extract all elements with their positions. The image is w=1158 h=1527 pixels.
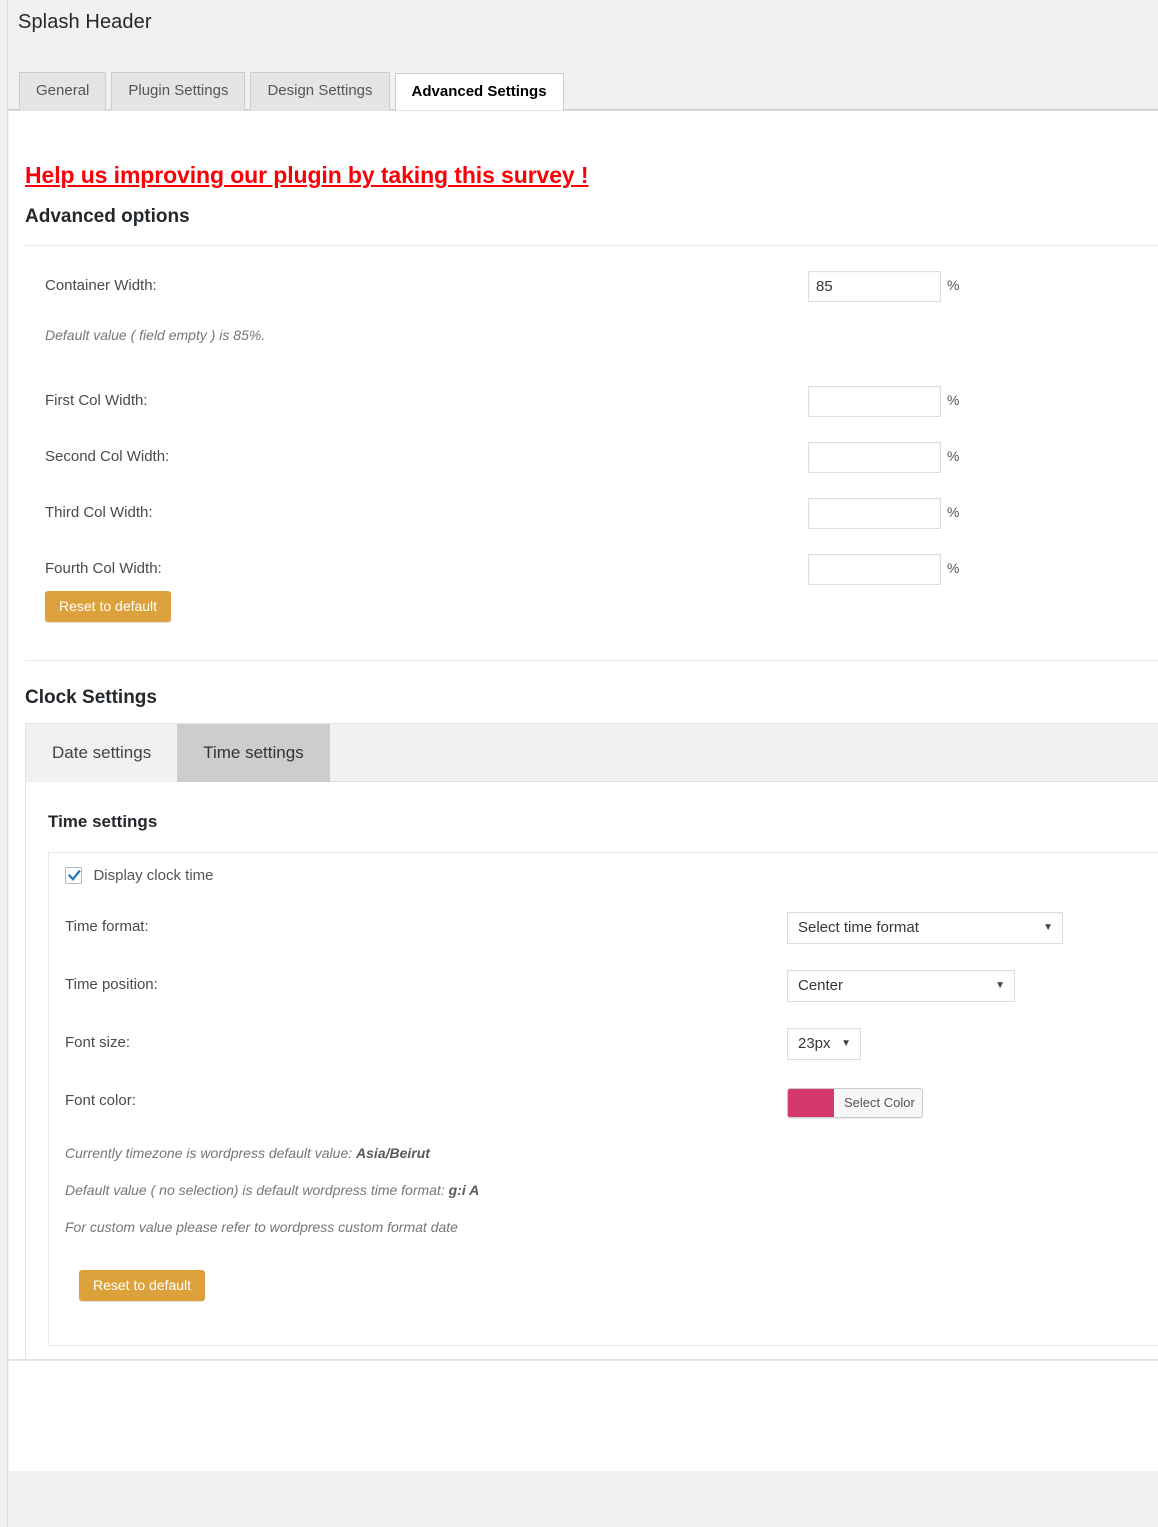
input-fourth-col-width[interactable]	[808, 554, 941, 585]
advanced-options-heading: Advanced options	[25, 206, 190, 227]
clock-settings-heading: Clock Settings	[25, 687, 157, 708]
tab-advanced-settings[interactable]: Advanced Settings	[394, 73, 564, 111]
tab-design-settings[interactable]: Design Settings	[250, 72, 390, 110]
display-clock-time-label: Display clock time	[93, 867, 214, 885]
page-title: Splash Header	[18, 11, 152, 33]
label-time-position: Time position:	[65, 976, 158, 993]
timezone-note-value: Asia/Beirut	[356, 1145, 430, 1161]
display-clock-time-checkbox[interactable]	[65, 867, 82, 885]
select-font-size[interactable]: 23px ▼	[787, 1028, 861, 1060]
chevron-down-icon: ▼	[841, 1038, 851, 1049]
chevron-down-icon: ▼	[995, 980, 1005, 991]
clock-subtab-bar: Date settings Time settings	[26, 724, 1158, 782]
subtab-date-settings[interactable]: Date settings	[26, 724, 178, 782]
field-row-second-col: Second Col Width: %	[25, 439, 1158, 479]
unit-fourth-col-width: %	[947, 560, 960, 576]
checkmark-icon	[67, 870, 81, 882]
field-row-fourth-col: Fourth Col Width: %	[25, 551, 1158, 591]
input-first-col-width[interactable]	[808, 386, 941, 417]
select-time-position-value: Center	[798, 977, 844, 994]
survey-link[interactable]: Help us improving our plugin by taking t…	[25, 162, 589, 189]
label-first-col-width: First Col Width:	[45, 392, 148, 409]
label-time-format: Time format:	[65, 918, 149, 935]
clock-reset-to-default-button[interactable]: Reset to default	[79, 1270, 206, 1301]
tab-plugin-settings[interactable]: Plugin Settings	[111, 72, 246, 110]
select-time-position[interactable]: Center ▼	[787, 970, 1015, 1002]
field-row-first-col: First Col Width: %	[25, 383, 1158, 423]
field-row-third-col: Third Col Width: %	[25, 495, 1158, 535]
label-container-width: Container Width:	[45, 277, 157, 294]
page-header: Splash Header	[8, 0, 1158, 55]
default-format-note-text: Default value ( no selection) is default…	[65, 1182, 449, 1198]
chevron-down-icon: ▼	[1043, 922, 1053, 933]
unit-container-width: %	[947, 277, 960, 293]
unit-third-col-width: %	[947, 504, 960, 520]
default-format-note-value: g:i A	[448, 1182, 480, 1198]
custom-format-note: For custom value please refer to wordpre…	[65, 1219, 458, 1235]
subtab-time-settings[interactable]: Time settings	[177, 724, 330, 782]
time-settings-title: Time settings	[48, 812, 158, 831]
input-third-col-width[interactable]	[808, 498, 941, 529]
admin-page: Splash Header General Plugin Settings Desi…	[0, 0, 1158, 1527]
label-fourth-col-width: Fourth Col Width:	[45, 560, 162, 577]
advanced-default-note: Default value ( field empty ) is 85%.	[45, 327, 266, 343]
input-container-width[interactable]	[808, 271, 941, 302]
clock-settings-panel: Date settings Time settings Time settings…	[25, 723, 1158, 1377]
left-rail	[0, 0, 8, 1527]
display-clock-time-row: Display clock time	[65, 867, 213, 885]
time-settings-inner-box: Display clock time Time format: Select t…	[48, 852, 1158, 1346]
timezone-note: Currently timezone is wordpress default …	[65, 1145, 430, 1161]
tab-bar: General Plugin Settings Design Settings Adv…	[8, 55, 1158, 111]
default-format-note: Default value ( no selection) is default…	[65, 1182, 479, 1198]
field-row-container-width: Container Width: %	[25, 268, 1158, 308]
color-swatch	[788, 1089, 834, 1117]
tab-general[interactable]: General	[19, 72, 107, 110]
advanced-options-box: Container Width: % Default value ( field…	[25, 245, 1158, 661]
label-third-col-width: Third Col Width:	[45, 504, 153, 521]
select-color-button[interactable]: Select Color	[787, 1088, 923, 1118]
label-font-color: Font color:	[65, 1092, 136, 1109]
select-time-format-value: Select time format	[798, 919, 919, 936]
advanced-reset-to-default-button[interactable]: Reset to default	[45, 591, 172, 622]
label-second-col-width: Second Col Width:	[45, 448, 170, 465]
label-font-size: Font size:	[65, 1034, 131, 1051]
unit-first-col-width: %	[947, 392, 960, 408]
tab-row: General Plugin Settings Design Settings Adv…	[8, 72, 1158, 111]
content-card: Help us improving our plugin by taking t…	[9, 110, 1158, 1471]
select-time-format[interactable]: Select time format ▼	[787, 912, 1063, 944]
unit-second-col-width: %	[947, 448, 960, 464]
bottom-area	[9, 1360, 1158, 1471]
input-second-col-width[interactable]	[808, 442, 941, 473]
select-color-label: Select Color	[844, 1095, 915, 1110]
timezone-note-text: Currently timezone is wordpress default …	[65, 1145, 357, 1161]
